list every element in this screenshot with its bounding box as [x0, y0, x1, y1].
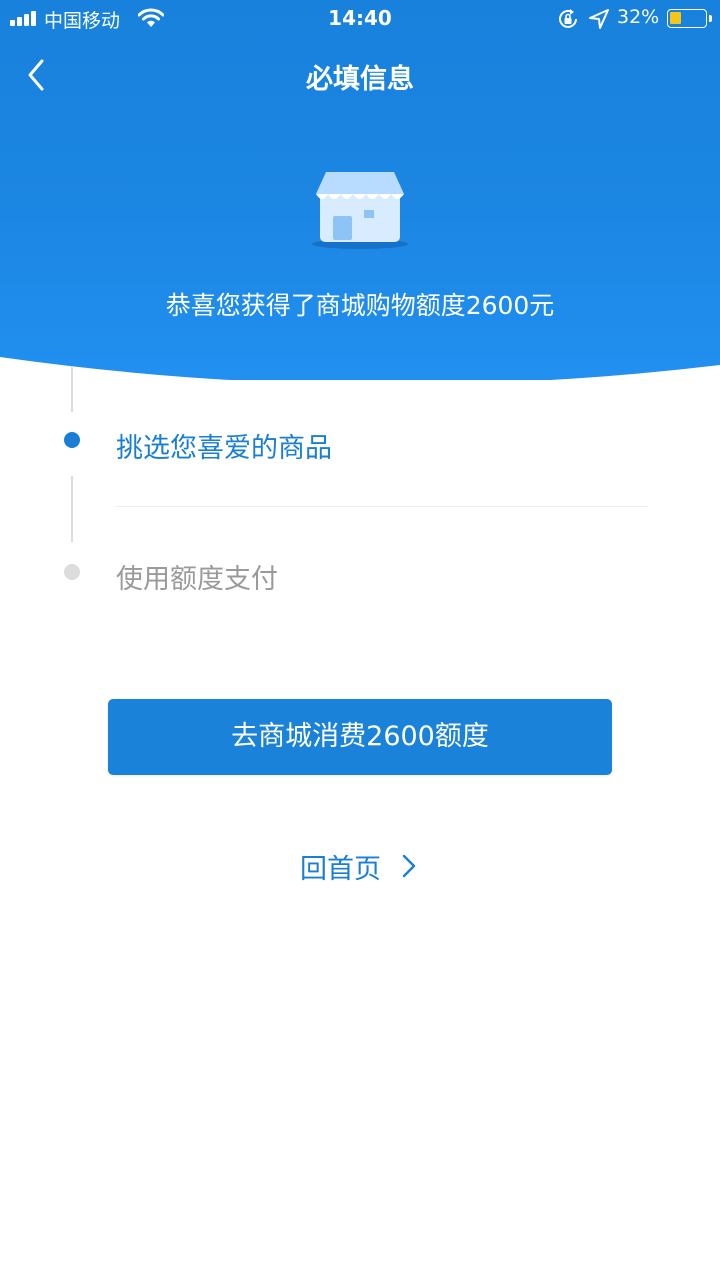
page-title: 必填信息 — [306, 64, 414, 95]
hero-curve — [0, 357, 720, 390]
battery-percent: 32% — [617, 6, 660, 28]
battery-icon — [667, 9, 707, 28]
go-to-mall-button[interactable]: 去商城消费2600额度 — [108, 699, 612, 775]
battery-fill — [670, 12, 681, 24]
chevron-right-icon — [402, 854, 416, 878]
step-label-select-goods: 挑选您喜爱的商品 — [116, 433, 332, 464]
home-link[interactable]: 回首页 — [300, 846, 419, 886]
step-dot-active — [64, 432, 80, 448]
location-arrow-icon — [589, 9, 609, 29]
status-bar: 中国移动 14:40 32% — [0, 0, 720, 38]
home-link-label: 回首页 — [300, 853, 381, 885]
congrats-message: 恭喜您获得了商城购物额度2600元 — [165, 291, 555, 320]
timeline-line — [71, 476, 73, 542]
rotation-lock-icon — [559, 9, 577, 28]
step-label-pay-with-credit: 使用额度支付 — [116, 564, 278, 595]
status-time: 14:40 — [328, 6, 392, 30]
step-dot-inactive — [64, 564, 80, 580]
timeline-line — [71, 366, 73, 412]
screen: 中国移动 14:40 32% 必填信息 恭喜您获得了商城购物额度2600元 挑选… — [0, 0, 720, 1280]
store-icon — [312, 172, 408, 249]
battery-tip — [709, 15, 712, 22]
step-divider — [116, 506, 648, 507]
